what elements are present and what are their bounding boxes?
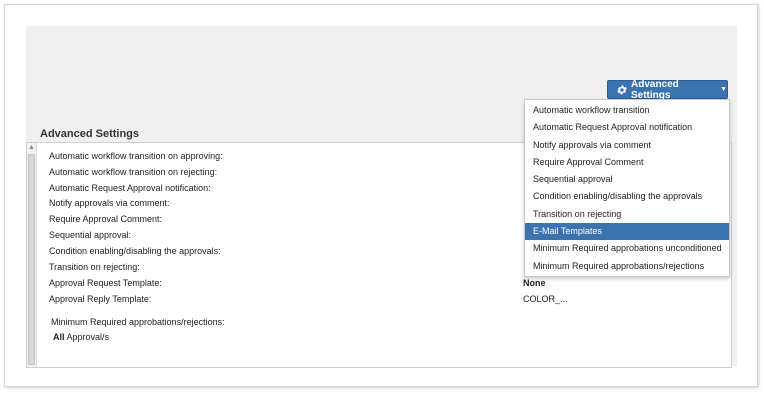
minimum-required-value-rest: Approval/s	[64, 332, 110, 342]
minimum-required-label: Minimum Required approbations/rejections…	[51, 317, 225, 327]
menu-item-transition-on-rejecting[interactable]: Transition on rejecting	[525, 206, 729, 223]
menu-item-automatic-workflow-transition[interactable]: Automatic workflow transition	[525, 102, 729, 119]
minimum-required-value: All Approval/s	[53, 332, 109, 342]
menu-item-automatic-request-approval-notification[interactable]: Automatic Request Approval notification	[525, 119, 729, 136]
setting-label-condition: Condition enabling/disabling the approva…	[49, 246, 221, 256]
panel-scrollbar[interactable]: ▲	[27, 143, 37, 367]
setting-label-auto-reject: Automatic workflow transition on rejecti…	[49, 167, 218, 177]
gear-icon	[616, 84, 628, 96]
setting-label-reply-template: Approval Reply Template:	[49, 294, 152, 304]
advanced-settings-button[interactable]: Advanced Settings ▼	[607, 78, 728, 101]
menu-item-min-approbations-rejections[interactable]: Minimum Required approbations/rejections	[525, 258, 729, 275]
scroll-up-arrow-icon[interactable]: ▲	[27, 143, 36, 152]
menu-item-min-approbations-unconditioned[interactable]: Minimum Required approbations unconditio…	[525, 240, 729, 257]
menu-item-condition-enabling[interactable]: Condition enabling/disabling the approva…	[525, 188, 729, 205]
setting-value-reply-template: COLOR_...	[523, 294, 568, 304]
menu-item-require-approval-comment[interactable]: Require Approval Comment	[525, 154, 729, 171]
setting-label-transition-reject: Transition on rejecting:	[49, 262, 140, 272]
advanced-settings-label: Advanced Settings	[631, 78, 679, 101]
setting-value-request-template: None	[523, 278, 546, 288]
setting-label-require-comment: Require Approval Comment:	[49, 214, 163, 224]
chevron-down-icon: ▼	[720, 86, 727, 93]
scroll-thumb[interactable]	[28, 154, 35, 365]
menu-item-sequential-approval[interactable]: Sequential approval	[525, 171, 729, 188]
setting-label-request-template: Approval Request Template:	[49, 278, 162, 288]
menu-item-notify-approvals-via-comment[interactable]: Notify approvals via comment	[525, 137, 729, 154]
minimum-required-value-bold: All	[53, 332, 65, 342]
setting-label-sequential: Sequential approval:	[49, 230, 132, 240]
menu-item-email-templates[interactable]: E-Mail Templates	[525, 223, 729, 241]
setting-label-auto-approve: Automatic workflow transition on approvi…	[49, 151, 223, 161]
setting-label-auto-notification: Automatic Request Approval notification:	[49, 183, 211, 193]
setting-label-notify-comment: Notify approvals via comment:	[49, 198, 170, 208]
section-title: Advanced Settings	[40, 128, 140, 140]
advanced-settings-dropdown-menu: Automatic workflow transition Automatic …	[524, 99, 730, 277]
